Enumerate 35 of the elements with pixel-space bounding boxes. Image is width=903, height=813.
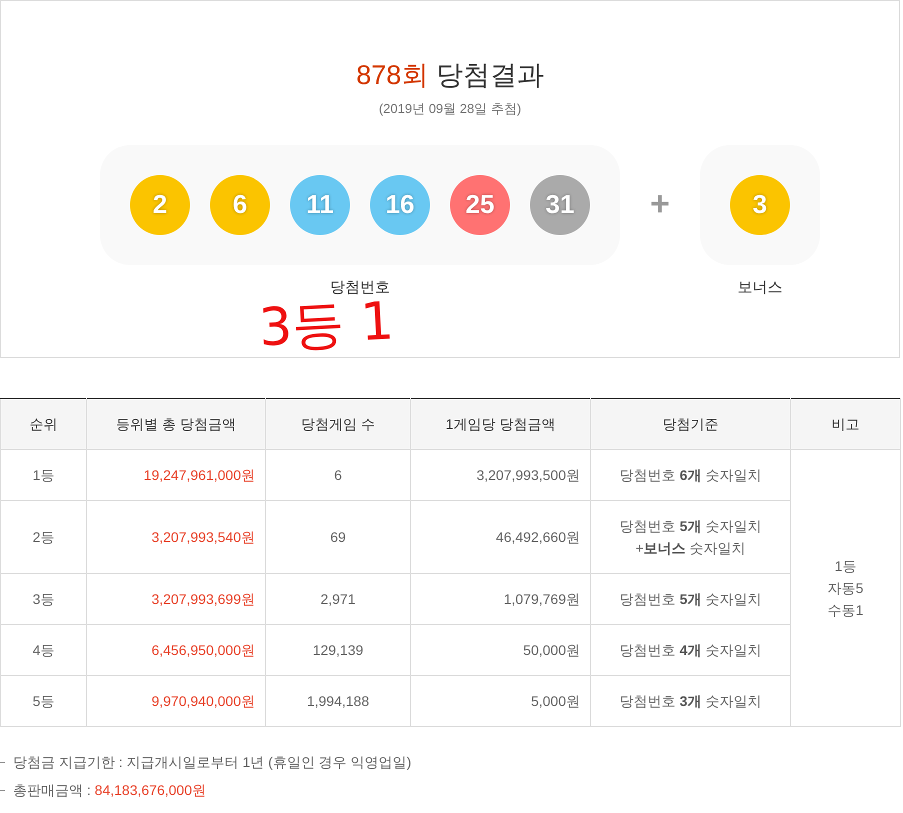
bonus-label: 보너스	[737, 278, 782, 298]
table-cell: 129,139	[266, 624, 410, 676]
column-header: 순위	[0, 398, 86, 450]
result-title: 878회 당첨결과	[356, 59, 544, 92]
table-cell: 69	[266, 500, 410, 574]
column-header: 당첨게임 수	[266, 398, 410, 450]
table-cell: 19,247,961,000원	[86, 450, 266, 500]
note-label: 당첨금 지급기한 : 지급개시일로부터 1년 (휴일인 경우 익영업일)	[13, 752, 412, 772]
table-cell: 3,207,993,500원	[410, 450, 590, 500]
table-cell: 46,492,660원	[410, 500, 590, 574]
note-value: 84,183,676,000원	[94, 780, 206, 800]
column-header: 1게임당 당첨금액	[410, 398, 590, 450]
table-cell: 9,970,940,000원	[86, 676, 266, 726]
note-label: 총판매금액 :	[13, 780, 92, 800]
table-cell: 50,000원	[410, 624, 590, 676]
table-cell: 4등	[0, 624, 86, 676]
table-cell: 6,456,950,000원	[86, 624, 266, 676]
column-header: 등위별 총 당첨금액	[86, 398, 266, 450]
table-cell: 3,207,993,699원	[86, 574, 266, 624]
table-cell: 5,000원	[410, 676, 590, 726]
table-cell: 2,971	[266, 574, 410, 624]
table-cell: 당첨번호 6개 숫자일치	[590, 450, 790, 500]
table-cell: 3등	[0, 574, 86, 624]
table-cell: 1,994,188	[266, 676, 410, 726]
table-cell: 1,079,769원	[410, 574, 590, 624]
column-header: 비고	[790, 398, 900, 450]
table-cell: 2등	[0, 500, 86, 574]
table-cell: 3,207,993,540원	[86, 500, 266, 574]
table-cell: 6	[266, 450, 410, 500]
table-cell: 1등 자동5 수동1	[790, 450, 900, 726]
plus-sign: +	[650, 184, 670, 225]
column-header: 당첨기준	[590, 398, 790, 450]
draw-date: (2019년 09월 28일 추첨)	[378, 100, 522, 118]
table-cell: 1등	[0, 450, 86, 500]
table-cell: 5등	[0, 676, 86, 726]
